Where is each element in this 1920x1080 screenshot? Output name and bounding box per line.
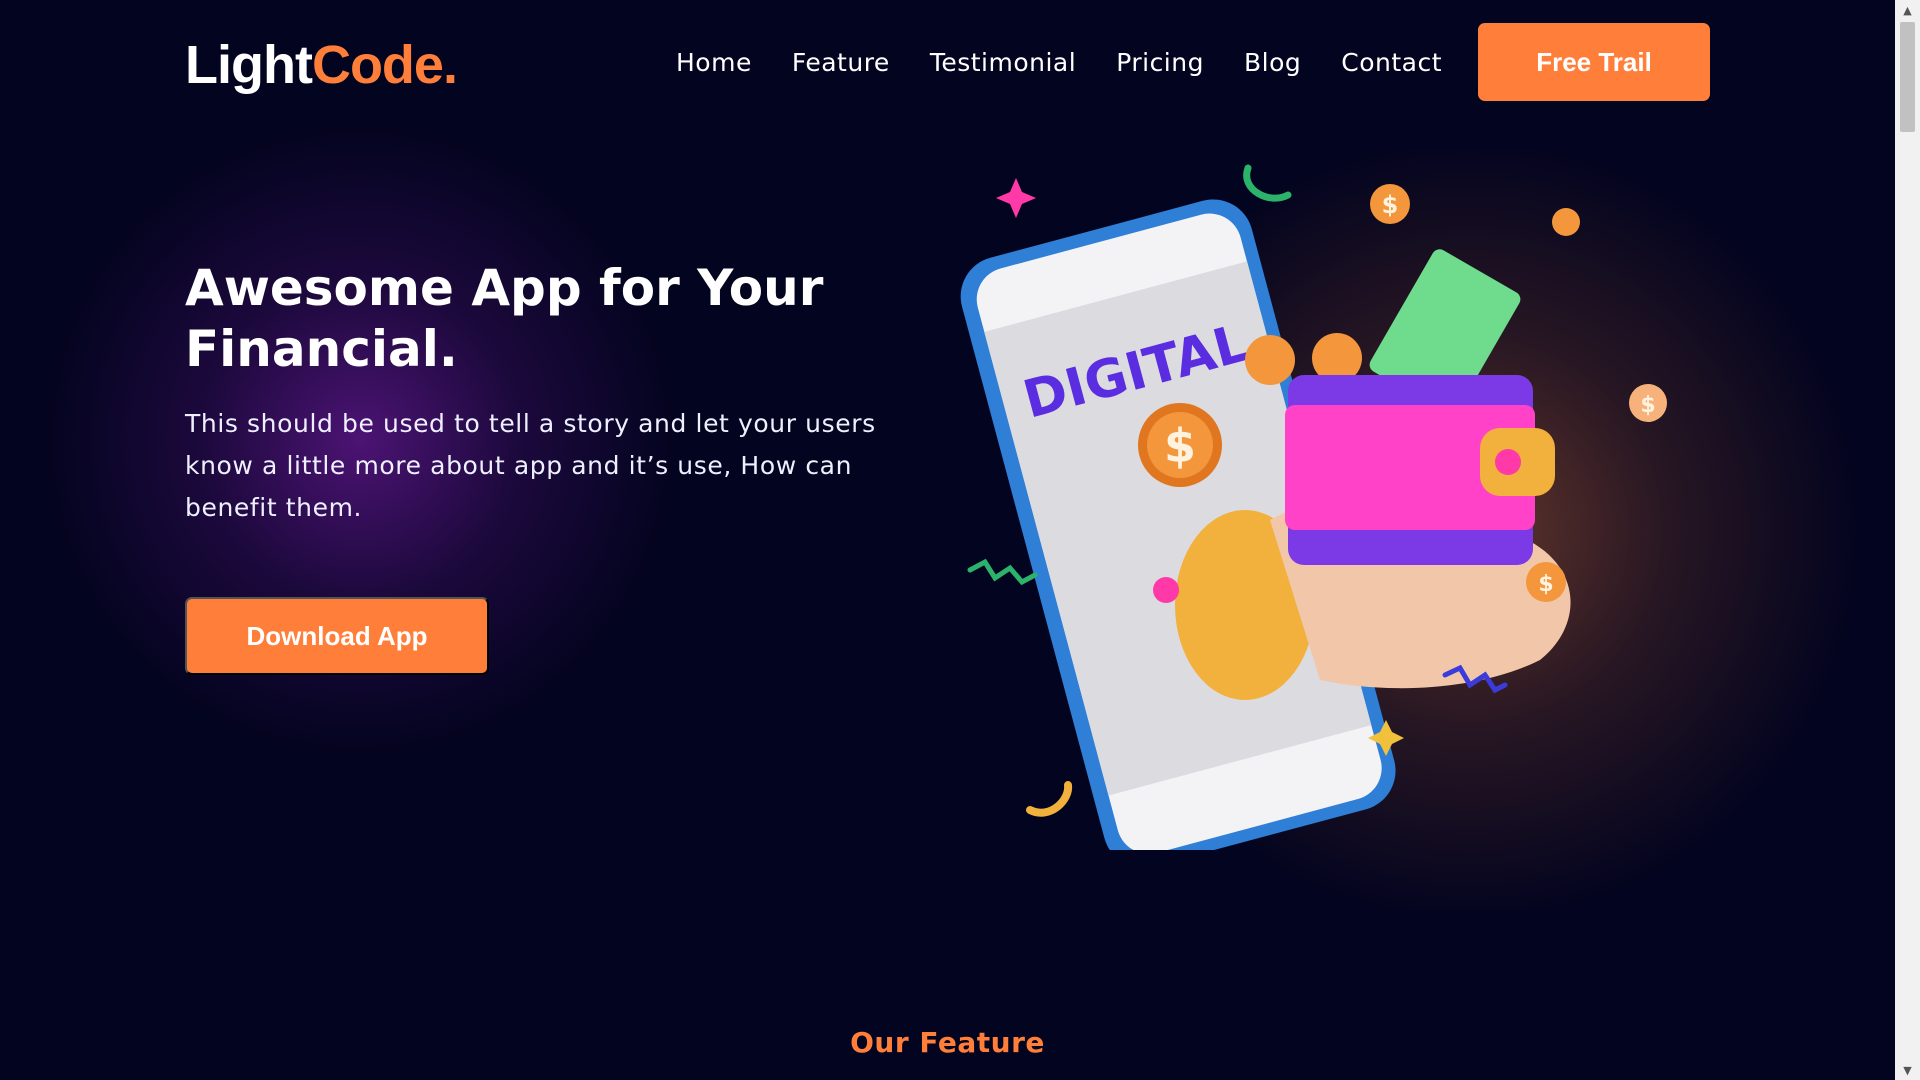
feature-section-title: Our Feature [850, 1026, 1045, 1059]
chevron-down-icon[interactable]: ▼ [1895, 1060, 1920, 1080]
logo[interactable]: LightCode. [185, 34, 458, 96]
hero-illustration: DIGITAL $ $ $ $ [960, 164, 1667, 850]
svg-text:$: $ [1538, 572, 1553, 597]
dollar-coin-icon: $ [1526, 562, 1566, 602]
scrollbar[interactable]: ▲ ▼ [1895, 0, 1920, 1080]
squiggle-shape [1243, 164, 1292, 202]
squiggle-shape [1026, 781, 1073, 817]
chevron-up-icon[interactable]: ▲ [1895, 0, 1920, 20]
dollar-coin-icon [1552, 208, 1580, 236]
hero-description: This should be used to tell a story and … [185, 409, 876, 522]
sparkle-icon [996, 178, 1036, 218]
free-trial-button[interactable]: Free Trail [1478, 23, 1710, 101]
wallet-illustration [1245, 249, 1555, 565]
dollar-coin-icon: $ [1370, 184, 1410, 224]
nav-blog[interactable]: Blog [1244, 48, 1301, 77]
download-app-button[interactable]: Download App [185, 597, 489, 675]
svg-text:$: $ [1640, 393, 1655, 418]
svg-text:$: $ [1382, 191, 1399, 219]
scrollbar-thumb[interactable] [1900, 22, 1915, 132]
logo-light: Light [185, 35, 313, 95]
squiggle-shape [967, 558, 1038, 586]
dollar-coin-icon: $ [1629, 384, 1667, 422]
nav-pricing[interactable]: Pricing [1116, 48, 1204, 77]
nav-home[interactable]: Home [676, 48, 752, 77]
hero-title: Awesome App for Your Financial. [185, 259, 824, 378]
logo-code: Code. [311, 35, 458, 95]
svg-text:$: $ [1164, 419, 1196, 473]
main-nav: Home Feature Testimonial Pricing Blog Co… [676, 48, 1482, 77]
nav-contact[interactable]: Contact [1341, 48, 1442, 77]
nav-feature[interactable]: Feature [792, 48, 890, 77]
nav-testimonial[interactable]: Testimonial [930, 48, 1076, 77]
dollar-coin-icon: $ [1138, 403, 1222, 487]
landing-page: LightCode. Home Feature Testimonial Pric… [0, 0, 1895, 1080]
